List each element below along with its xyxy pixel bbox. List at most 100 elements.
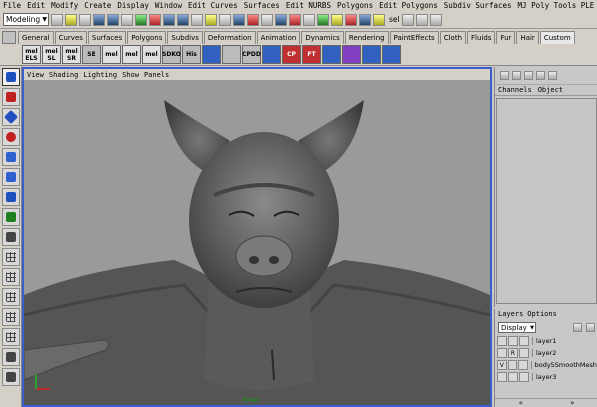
layer-name[interactable]: layer2: [532, 349, 556, 357]
layer-color-swatch[interactable]: [519, 336, 529, 346]
shelf-tab-curves[interactable]: Curves: [54, 31, 87, 44]
shelf-button-icon[interactable]: [362, 45, 381, 64]
layer-menu-layers[interactable]: Layers: [498, 310, 523, 318]
menu-edit[interactable]: Edit: [27, 1, 45, 10]
snap-plane-icon[interactable]: [317, 13, 329, 26]
shelf-button-icon[interactable]: [342, 45, 361, 64]
channel-box-toggle-icon[interactable]: [500, 71, 509, 80]
shelf-tab-fluids[interactable]: Fluids: [467, 31, 496, 44]
shelf-button-icon[interactable]: [222, 45, 241, 64]
render-settings-icon[interactable]: [373, 13, 385, 26]
select-tool-icon[interactable]: [2, 68, 20, 86]
scroll-right-icon[interactable]: »: [570, 399, 574, 407]
menu-mj-poly-tools-ple[interactable]: MJ Poly Tools PLE: [518, 1, 595, 10]
save-scene-icon[interactable]: [79, 13, 91, 26]
single-perspective-layout-icon[interactable]: [2, 248, 20, 266]
rotate-tool-icon[interactable]: [2, 148, 20, 166]
character-head-model[interactable]: [24, 80, 490, 406]
menu-subdiv-surfaces[interactable]: Subdiv Surfaces: [444, 1, 512, 10]
shelf-tab-painteffects[interactable]: PaintEffects: [389, 31, 439, 44]
new-layer-selected-icon[interactable]: [586, 323, 595, 332]
mask-handle-icon[interactable]: [135, 13, 147, 26]
shelf-button-icon[interactable]: [262, 45, 281, 64]
mask-curve-icon[interactable]: [163, 13, 175, 26]
last-tool-icon[interactable]: [2, 228, 20, 246]
ipr-render-icon[interactable]: [359, 13, 371, 26]
shelf-tab-rendering[interactable]: Rendering: [344, 31, 389, 44]
select-hierarchy-icon[interactable]: [93, 13, 105, 26]
new-layer-icon[interactable]: [573, 323, 582, 332]
viewport-menu-show[interactable]: Show: [122, 71, 139, 79]
mask-deform-icon[interactable]: [191, 13, 203, 26]
snap-grid-icon[interactable]: [275, 13, 287, 26]
layer-row[interactable]: Rlayer2: [495, 347, 597, 359]
layer-color-swatch[interactable]: [519, 348, 529, 358]
show-manipulator-icon[interactable]: [2, 208, 20, 226]
viewport-menu-lighting[interactable]: Lighting: [83, 71, 117, 79]
layer-row[interactable]: layer1: [495, 335, 597, 347]
four-view-layout-icon[interactable]: [2, 268, 20, 286]
shelf-button-sl[interactable]: mel SL: [42, 45, 61, 64]
layer-display-type-toggle[interactable]: R: [508, 348, 518, 358]
layer-visibility-toggle[interactable]: V: [497, 360, 507, 370]
viewport-menu-panels[interactable]: Panels: [144, 71, 169, 79]
menu-modify[interactable]: Modify: [51, 1, 78, 10]
persp-outliner-layout-icon[interactable]: [2, 288, 20, 306]
persp-graph-layout-icon[interactable]: [2, 308, 20, 326]
manipulator-tool-icon[interactable]: [2, 188, 20, 206]
layer-name[interactable]: layer1: [532, 337, 556, 345]
layer-visibility-toggle[interactable]: [497, 336, 507, 346]
shelf-button-sr[interactable]: mel SR: [62, 45, 81, 64]
layer-editor-toggle-icon[interactable]: [536, 71, 545, 80]
menu-surfaces[interactable]: Surfaces: [244, 1, 280, 10]
shelf-button-mel[interactable]: mel: [142, 45, 161, 64]
menu-window[interactable]: Window: [155, 1, 182, 10]
mask-surface-icon[interactable]: [177, 13, 189, 26]
mode-select[interactable]: Modeling: [3, 13, 49, 26]
snap-point-icon[interactable]: [303, 13, 315, 26]
open-scene-icon[interactable]: [65, 13, 77, 26]
shelf-tab-cloth[interactable]: Cloth: [439, 31, 467, 44]
show-tool-settings-icon[interactable]: [429, 13, 442, 26]
shelf-button-his[interactable]: His: [182, 45, 201, 64]
hypershade-layout-icon[interactable]: [2, 328, 20, 346]
layer-color-swatch[interactable]: [519, 372, 529, 382]
shelf-tab-polygons[interactable]: Polygons: [127, 31, 167, 44]
shelf-tab-deformation[interactable]: Deformation: [203, 31, 256, 44]
outliner-toggle-icon[interactable]: [548, 71, 557, 80]
shelf-button-mel[interactable]: mel: [102, 45, 121, 64]
menu-edit-curves[interactable]: Edit Curves: [188, 1, 238, 10]
layer-name[interactable]: body5SmoothMesh: [530, 361, 597, 369]
select-object-icon[interactable]: [107, 13, 119, 26]
shelf-button-icon[interactable]: [202, 45, 221, 64]
tool-settings-toggle-icon[interactable]: [524, 71, 533, 80]
menu-create[interactable]: Create: [84, 1, 111, 10]
menu-display[interactable]: Display: [117, 1, 149, 10]
shelf-button-icon[interactable]: [382, 45, 401, 64]
menu-edit-nurbs[interactable]: Edit NURBS: [286, 1, 331, 10]
shelf-tab-fur[interactable]: Fur: [496, 31, 516, 44]
viewport-panel[interactable]: View Shading Lighting Show Panels front: [22, 67, 492, 407]
layer-row[interactable]: layer3: [495, 371, 597, 383]
layer-row[interactable]: Vbody5SmoothMesh: [495, 359, 597, 371]
shelf-menu-icon[interactable]: [2, 31, 16, 44]
shelf-tab-custom[interactable]: Custom: [539, 31, 575, 44]
menu-edit-polygons[interactable]: Edit Polygons: [379, 1, 438, 10]
mask-render-icon[interactable]: [219, 13, 231, 26]
new-scene-icon[interactable]: [51, 13, 63, 26]
layer-color-swatch[interactable]: [518, 360, 528, 370]
channel-box-menu-channels[interactable]: Channels: [498, 86, 532, 94]
attribute-editor-toggle-icon[interactable]: [512, 71, 521, 80]
scale-tool-icon[interactable]: [2, 168, 20, 186]
shelf-tab-subdivs[interactable]: Subdivs: [167, 31, 203, 44]
shelf-tab-animation[interactable]: Animation: [256, 31, 301, 44]
snap-curve-icon[interactable]: [289, 13, 301, 26]
shelf-tab-hair[interactable]: Hair: [516, 31, 539, 44]
shelf-button-cpdd[interactable]: CPDD: [242, 45, 261, 64]
layer-display-type-toggle[interactable]: [508, 336, 518, 346]
paint-select-tool-icon[interactable]: [2, 108, 20, 126]
layout-options-icon[interactable]: [2, 348, 20, 366]
shelf-tab-general[interactable]: General: [18, 31, 54, 44]
select-component-icon[interactable]: [121, 13, 133, 26]
channel-box-menu-object[interactable]: Object: [538, 86, 563, 94]
